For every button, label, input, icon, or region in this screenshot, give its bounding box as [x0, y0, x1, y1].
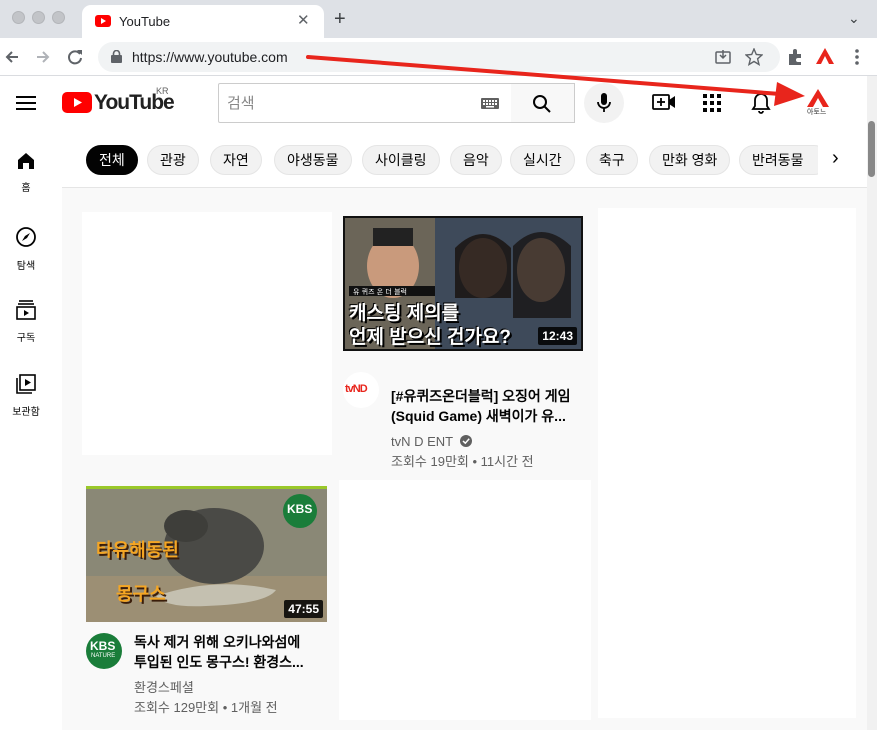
chip-cycling[interactable]: 사이클링 — [362, 145, 440, 175]
video-meta: 환경스페셜 조회수 129만회 • 1개월 전 — [134, 678, 329, 718]
video-duration: 47:55 — [284, 600, 323, 618]
sidebar-item-label: 구독 — [16, 333, 36, 344]
verified-check-icon — [459, 435, 472, 447]
channel-avatar[interactable]: tvND — [343, 372, 379, 408]
browser-tab-youtube[interactable]: YouTube ✕ — [82, 5, 324, 38]
sidebar-item-home[interactable]: 홈 — [0, 152, 52, 194]
new-tab-button[interactable]: + — [334, 8, 346, 31]
sidebar-item-library[interactable]: 보관함 — [0, 374, 52, 418]
video-thumbnail[interactable]: 유 퀴즈 온 더 블럭 캐스팅 제의를 언제 받으신 건가요? 12:43 — [343, 216, 583, 351]
sidebar-item-explore[interactable]: 탐색 — [0, 226, 52, 272]
video-title[interactable]: 독사 제거 위해 오키나와섬에 투입된 인도 몽구스! 환경스... — [134, 632, 329, 672]
video-stats: 조회수 129만회 • 1개월 전 — [134, 700, 278, 715]
thumbnail-caption-line1: 타유해동된 — [96, 540, 179, 560]
sidebar-item-subscriptions[interactable]: 구독 — [0, 300, 52, 344]
video-grid: 유 퀴즈 온 더 블럭 캐스팅 제의를 언제 받으신 건가요? 12:43 tv… — [62, 188, 867, 730]
video-title[interactable]: [#유퀴즈온더블럭] 오징어 게임 (Squid Game) 새벽이가 유... — [391, 386, 581, 426]
video-duration: 12:43 — [538, 327, 577, 345]
sidebar-item-label: 탐색 — [16, 261, 36, 272]
page-scrollbar[interactable] — [867, 76, 877, 730]
compass-icon — [16, 227, 36, 247]
sidebar-item-label: 보관함 — [12, 407, 40, 418]
channel-avatar-text: KBS — [90, 639, 116, 653]
video-meta: tvN D ENT 조회수 19만회 • 11시간 전 — [391, 432, 581, 472]
video-title-line1: 독사 제거 위해 오키나와섬에 — [134, 634, 301, 650]
channel-avatar-text: tvND — [345, 383, 368, 395]
video-stats: 조회수 19만회 • 11시간 전 — [391, 454, 534, 469]
tab-close-icon[interactable]: ✕ — [297, 11, 310, 29]
chips-next-button[interactable]: › — [818, 145, 858, 175]
thumbnail-caption-line1: 캐스팅 제의를 — [349, 303, 460, 324]
chip-music[interactable]: 음악 — [450, 145, 502, 175]
video-card-placeholder — [82, 212, 332, 455]
region-code: KR — [156, 86, 169, 96]
window-close-light[interactable] — [12, 11, 25, 24]
kebab-menu-icon[interactable] — [854, 48, 860, 66]
chip-animation[interactable]: 만화 영화 — [649, 145, 731, 175]
chevron-right-icon: › — [832, 147, 839, 169]
chip-nature[interactable]: 자연 — [210, 145, 262, 175]
annotation-arrow — [306, 55, 805, 106]
video-card-placeholder — [598, 208, 856, 718]
url-text[interactable]: https://www.youtube.com — [132, 49, 288, 65]
channel-name[interactable]: 환경스페셜 — [134, 678, 329, 698]
video-card[interactable]: 유 퀴즈 온 더 블럭 캐스팅 제의를 언제 받으신 건가요? 12:43 tv… — [341, 212, 586, 469]
chip-live[interactable]: 실시간 — [510, 145, 575, 175]
youtube-logo-icon[interactable] — [62, 92, 92, 113]
library-icon — [16, 374, 36, 394]
svg-text:유 퀴즈 온 더 블럭: 유 퀴즈 온 더 블럭 — [353, 287, 407, 296]
back-icon[interactable] — [4, 49, 20, 65]
reload-icon[interactable] — [66, 48, 84, 66]
tab-title: YouTube — [119, 14, 171, 29]
chip-pets[interactable]: 반려동물 — [739, 145, 829, 175]
chip-wildlife[interactable]: 야생동물 — [274, 145, 352, 175]
video-title-line2: (Squid Game) 새벽이가 유... — [391, 408, 566, 424]
forward-icon[interactable] — [35, 49, 51, 65]
window-zoom-light[interactable] — [52, 11, 65, 24]
thumbnail-caption-line2: 몽구스 — [116, 584, 166, 604]
channel-avatar-subtext: NATURE — [91, 653, 116, 659]
video-card[interactable]: KBS 타유해동된 몽구스 47:55 KBS NATURE 독사 제거 위해 … — [86, 486, 331, 726]
window-minimize-light[interactable] — [32, 11, 45, 24]
lock-icon[interactable] — [111, 50, 122, 63]
video-thumbnail[interactable]: KBS 타유해동된 몽구스 47:55 — [86, 486, 327, 622]
home-icon — [18, 153, 34, 169]
ext-a-icon[interactable] — [815, 47, 835, 65]
video-title-line1: [#유퀴즈온더블럭] 오징어 게임 — [391, 388, 571, 404]
thumbnail-caption-line2: 언제 받으신 건가요? — [349, 327, 512, 348]
channel-name[interactable]: tvN D ENT — [391, 434, 453, 449]
channel-line: tvN D ENT — [391, 432, 581, 452]
channel-avatar[interactable]: KBS NATURE — [86, 633, 122, 669]
chip-all[interactable]: 전체 — [86, 145, 138, 175]
subscriptions-icon — [16, 300, 36, 320]
chip-soccer[interactable]: 축구 — [586, 145, 638, 175]
video-card-placeholder — [339, 480, 591, 720]
scrollbar-thumb[interactable] — [868, 121, 875, 177]
browser-tab-bar: YouTube ✕ + ⌄ — [0, 0, 877, 38]
video-title-line2: 투입된 인도 몽구스! 환경스... — [134, 654, 304, 670]
hamburger-menu-icon[interactable] — [16, 95, 36, 111]
kbs-logo-text: KBS — [287, 502, 313, 516]
sidebar-item-label: 홈 — [21, 183, 31, 194]
youtube-favicon-icon — [95, 15, 111, 27]
chip-tourism[interactable]: 관광 — [147, 145, 199, 175]
tab-search-button[interactable]: ⌄ — [848, 10, 860, 27]
